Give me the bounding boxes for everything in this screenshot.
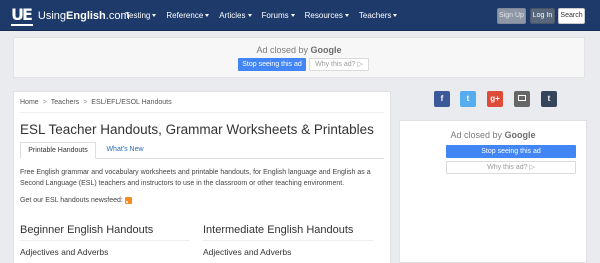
breadcrumb-home[interactable]: Home: [20, 99, 39, 106]
beginner-heading: Beginner English Handouts: [20, 224, 154, 236]
rss-icon[interactable]: [124, 197, 132, 204]
nav-resources[interactable]: Resources: [305, 11, 349, 20]
divider: [20, 112, 384, 113]
breadcrumb-teachers[interactable]: Teachers: [51, 99, 79, 106]
caret-down-icon: [205, 14, 210, 17]
page-title: ESL Teacher Handouts, Grammar Worksheets…: [20, 122, 374, 137]
divider: [20, 240, 190, 241]
nav-reference[interactable]: Reference: [166, 11, 210, 20]
tumblr-icon[interactable]: t: [541, 91, 557, 107]
ad-closed-label: Ad closed by Google: [450, 130, 536, 140]
nav-articles[interactable]: Articles: [219, 11, 252, 20]
site-name: UsingEnglish.com: [37, 10, 130, 22]
email-icon[interactable]: [514, 91, 530, 107]
site-logo[interactable]: UE UsingEnglish.com: [11, 6, 130, 26]
nav-testing[interactable]: Testing: [125, 11, 157, 20]
why-this-ad-button[interactable]: Why this ad? ▷: [309, 58, 369, 71]
breadcrumb: Home > Teachers > ESL/EFL/ESOL Handouts: [20, 99, 172, 106]
breadcrumb-separator: >: [42, 99, 47, 106]
why-this-ad-button[interactable]: Why this ad? ▷: [446, 161, 576, 174]
main-nav: Testing Reference Articles Forums Resour…: [125, 11, 407, 20]
sidebar-ad: Ad closed by Google Stop seeing this ad …: [399, 120, 587, 263]
stop-seeing-ad-button[interactable]: Stop seeing this ad: [446, 145, 576, 158]
top-ad-banner: Ad closed by Google Stop seeing this ad …: [13, 37, 585, 78]
google-plus-icon[interactable]: g+: [487, 91, 503, 107]
divider: [203, 240, 373, 241]
caret-down-icon: [152, 14, 157, 17]
nav-forums[interactable]: Forums: [262, 11, 295, 20]
newsfeed-line: Get our ESL handouts newsfeed:: [20, 197, 132, 204]
intermediate-adjectives-adverbs-link[interactable]: Adjectives and Adverbs: [203, 247, 291, 257]
stop-seeing-ad-button[interactable]: Stop seeing this ad: [238, 58, 306, 71]
caret-down-icon: [290, 14, 295, 17]
search-button[interactable]: Search: [558, 8, 585, 24]
top-navbar: UE UsingEnglish.com Testing Reference Ar…: [0, 0, 600, 31]
facebook-icon[interactable]: f: [434, 91, 450, 107]
share-buttons: f t g+ t: [399, 91, 587, 111]
intermediate-heading: Intermediate English Handouts: [203, 224, 354, 236]
intro-text: Free English grammar and vocabulary work…: [20, 169, 371, 187]
nav-teachers[interactable]: Teachers: [359, 11, 398, 20]
caret-down-icon: [247, 14, 252, 17]
ad-closed-label: Ad closed by Google: [256, 45, 342, 55]
logo-mark: UE: [11, 5, 33, 26]
envelope-shape: [518, 94, 526, 101]
right-sidebar: f t g+ t Ad closed by Google Stop seeing…: [399, 91, 587, 263]
breadcrumb-current[interactable]: ESL/EFL/ESOL Handouts: [91, 99, 171, 106]
twitter-icon[interactable]: t: [460, 91, 476, 107]
sign-up-button[interactable]: Sign Up: [497, 8, 526, 24]
caret-down-icon: [344, 14, 349, 17]
caret-down-icon: [393, 14, 398, 17]
tab-whats-new[interactable]: What's New: [100, 142, 150, 159]
main-content: Home > Teachers > ESL/EFL/ESOL Handouts …: [13, 91, 391, 263]
beginner-adjectives-adverbs-link[interactable]: Adjectives and Adverbs: [20, 247, 108, 257]
log-in-button[interactable]: Log In: [530, 8, 555, 24]
tab-printable-handouts[interactable]: Printable Handouts: [20, 142, 96, 159]
newsfeed-label: Get our ESL handouts newsfeed:: [20, 197, 123, 204]
tab-bar: Printable Handouts What's New: [20, 142, 384, 159]
breadcrumb-separator: >: [83, 99, 88, 106]
